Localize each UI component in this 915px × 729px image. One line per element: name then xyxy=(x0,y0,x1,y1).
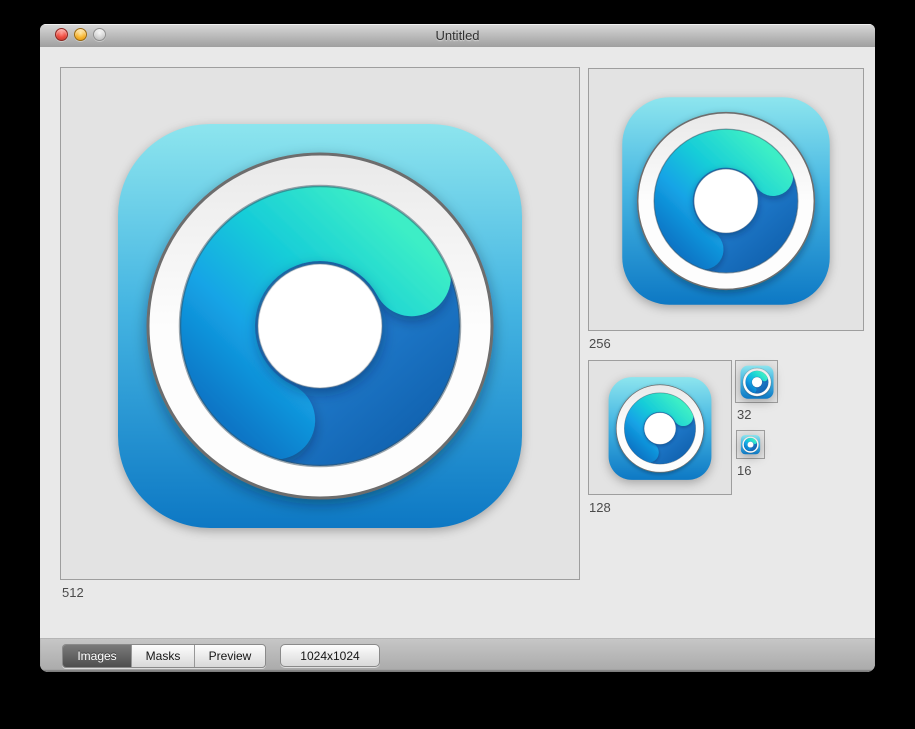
canvas-size-button[interactable]: 1024x1024 xyxy=(280,644,380,667)
image-well-256[interactable] xyxy=(588,68,864,331)
size-label-256: 256 xyxy=(589,336,611,351)
desktop: { "window": { "title": "Untitled" }, "pr… xyxy=(0,0,915,729)
image-well-128[interactable] xyxy=(588,360,732,495)
app-icon-32 xyxy=(739,364,775,400)
image-well-16[interactable] xyxy=(736,430,765,459)
app-icon-256 xyxy=(613,87,839,313)
app-icon-128 xyxy=(604,372,716,484)
view-segmented-control: Images Masks Preview xyxy=(62,644,266,668)
bottom-toolbar: Images Masks Preview 1024x1024 xyxy=(40,638,875,672)
app-icon-16 xyxy=(740,434,761,455)
app-window: Untitled xyxy=(40,24,875,672)
size-label-128: 128 xyxy=(589,500,611,515)
size-label-512: 512 xyxy=(62,585,84,600)
content-area: 512 256 128 32 16 xyxy=(40,47,875,639)
titlebar[interactable]: Untitled xyxy=(40,24,875,48)
size-label-16: 16 xyxy=(737,463,751,478)
image-well-512[interactable] xyxy=(60,67,580,580)
window-title: Untitled xyxy=(40,24,875,47)
app-icon-512 xyxy=(100,104,540,544)
size-label-32: 32 xyxy=(737,407,751,422)
tab-masks[interactable]: Masks xyxy=(131,645,194,667)
tab-images[interactable]: Images xyxy=(63,645,131,667)
tab-preview[interactable]: Preview xyxy=(194,645,265,667)
image-well-32[interactable] xyxy=(735,360,778,403)
